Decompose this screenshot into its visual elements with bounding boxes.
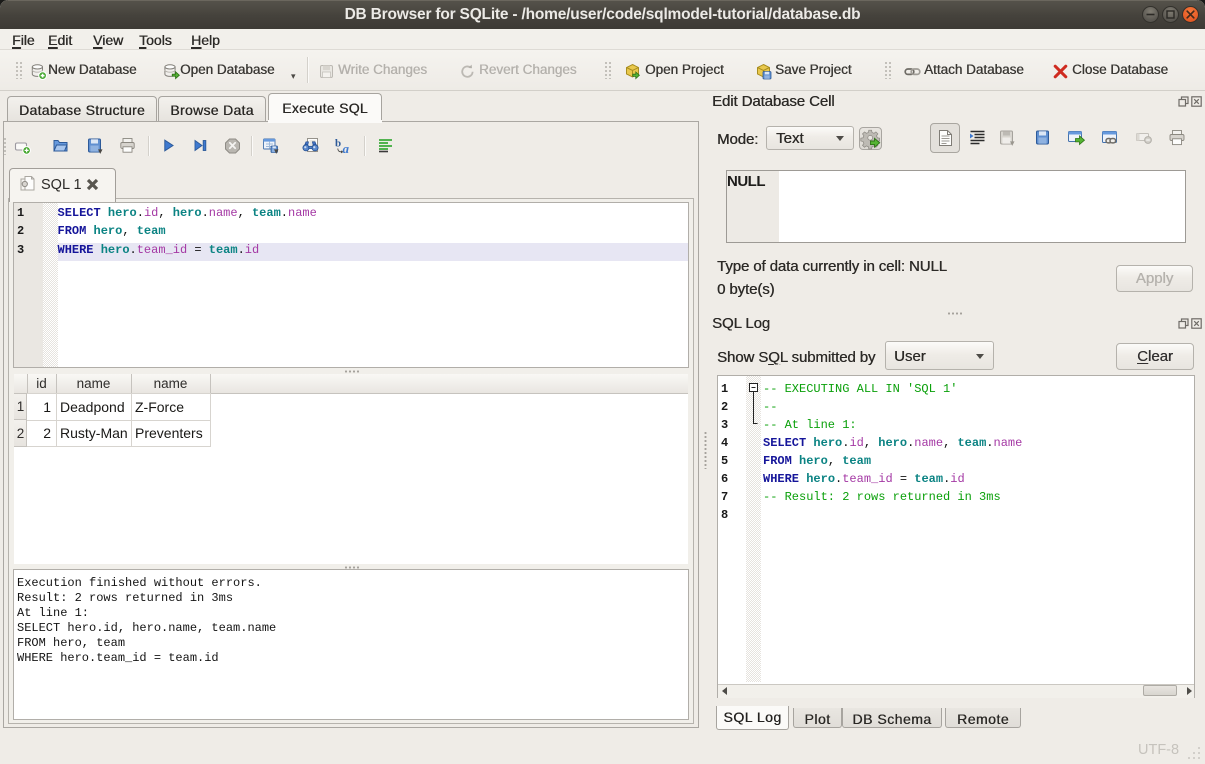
svg-text:a: a (343, 141, 350, 154)
svg-text:b: b (335, 138, 341, 150)
